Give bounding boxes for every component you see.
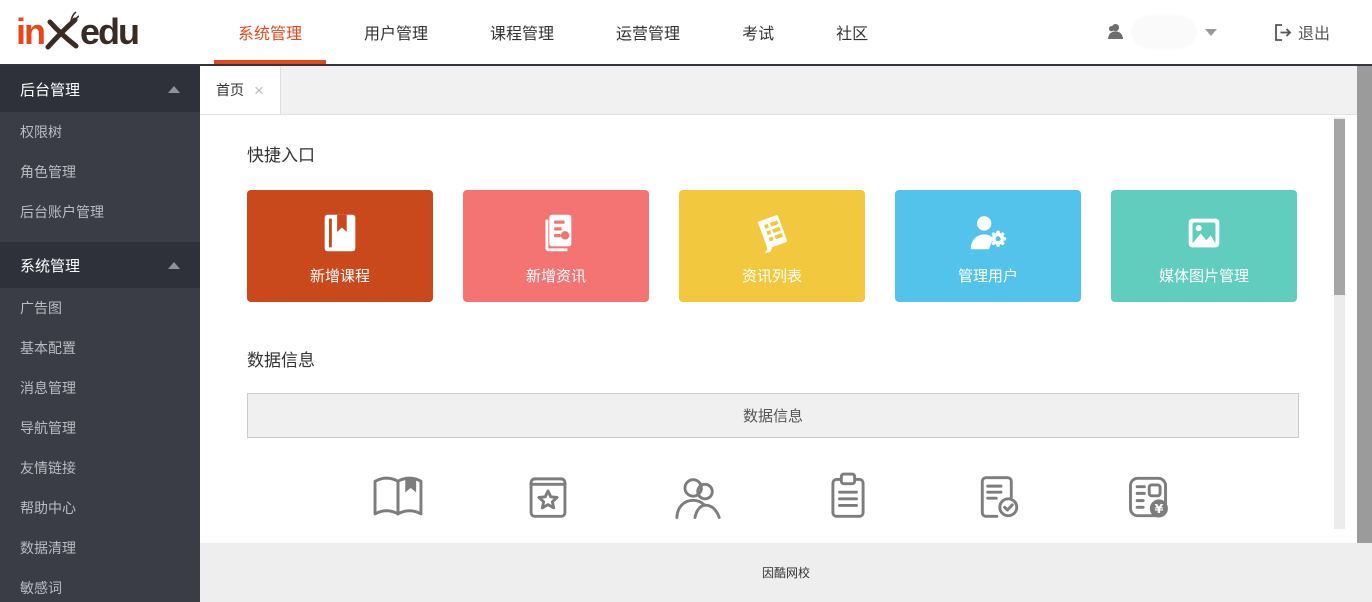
- book-add-icon: [317, 207, 363, 259]
- sidebar-section-system: 系统管理 广告图 基本配置 消息管理 导航管理 友情链接 帮助中心 数据清理 敏…: [0, 242, 200, 602]
- sidebar-section-backend: 后台管理 权限树 角色管理 后台账户管理: [0, 66, 200, 232]
- quick-card-label: 管理用户: [958, 265, 1018, 286]
- sidebar-item-ad-image[interactable]: 广告图: [0, 288, 200, 328]
- sidebar-item-role-management[interactable]: 角色管理: [0, 152, 200, 192]
- page-footer: 因酷网校: [200, 543, 1372, 602]
- user-avatar-icon: [1105, 22, 1125, 42]
- brand-logo[interactable]: in edu: [0, 0, 200, 64]
- tab-home[interactable]: 首页 ×: [200, 66, 281, 114]
- svg-text:¥: ¥: [1154, 501, 1163, 516]
- sidebar-item-admin-account-management[interactable]: 后台账户管理: [0, 192, 200, 232]
- data-info-title: 数据信息: [247, 346, 1372, 371]
- collapse-up-icon: [168, 262, 180, 269]
- users-icon[interactable]: [669, 468, 727, 526]
- nav-item-system-management[interactable]: 系统管理: [214, 0, 326, 64]
- quick-card-label: 新增课程: [310, 265, 370, 286]
- main-content: 快捷入口 新增课程: [200, 115, 1372, 543]
- sidebar-item-basic-config[interactable]: 基本配置: [0, 328, 200, 368]
- chevron-down-icon[interactable]: [1205, 29, 1217, 36]
- panel-header: 数据信息: [247, 393, 1299, 438]
- footer-text: 因酷网校: [762, 564, 810, 581]
- logo-text-edu: edu: [80, 11, 138, 53]
- quick-entry-title: 快捷入口: [247, 141, 1372, 166]
- sidebar-item-help-center[interactable]: 帮助中心: [0, 488, 200, 528]
- nav-item-user-management[interactable]: 用户管理: [340, 0, 452, 64]
- app-window: in edu 系统管理 用户管理 课程管理 运营管理 考试 社区: [0, 0, 1372, 602]
- nav-item-community[interactable]: 社区: [812, 0, 892, 64]
- sidebar-item-friend-links[interactable]: 友情链接: [0, 448, 200, 488]
- billing-icon[interactable]: ¥: [1119, 468, 1177, 526]
- clipboard-icon[interactable]: [819, 468, 877, 526]
- sidebar-item-nav-management[interactable]: 导航管理: [0, 408, 200, 448]
- section-title: 后台管理: [20, 79, 80, 100]
- quick-entry-cards: 新增课程 新增: [247, 190, 1372, 302]
- quick-card-label: 媒体图片管理: [1159, 265, 1249, 286]
- nav-item-course-management[interactable]: 课程管理: [466, 0, 578, 64]
- open-book-icon[interactable]: [369, 468, 427, 526]
- media-image-icon: [1181, 207, 1227, 259]
- quick-card-label: 新增资讯: [526, 265, 586, 286]
- data-info-panel: 数据信息: [247, 393, 1299, 526]
- sidebar-item-data-cleanup[interactable]: 数据清理: [0, 528, 200, 568]
- logout-button[interactable]: 退出: [1273, 20, 1330, 44]
- page-scrollbar[interactable]: [1357, 66, 1372, 543]
- collapse-up-icon: [168, 86, 180, 93]
- nav-item-exam[interactable]: 考试: [718, 0, 798, 64]
- nav-item-operation-management[interactable]: 运营管理: [592, 0, 704, 64]
- quick-card-media-images[interactable]: 媒体图片管理: [1111, 190, 1297, 302]
- quick-card-add-course[interactable]: 新增课程: [247, 190, 433, 302]
- news-list-icon: [749, 207, 795, 259]
- tab-bar: 首页 ×: [200, 66, 1372, 115]
- main-nav: 系统管理 用户管理 课程管理 运营管理 考试 社区: [214, 0, 906, 64]
- sidebar-item-sensitive-words[interactable]: 敏感词: [0, 568, 200, 602]
- username-blurred[interactable]: [1133, 17, 1195, 47]
- quick-card-add-news[interactable]: 新增资讯: [463, 190, 649, 302]
- news-add-icon: [533, 207, 579, 259]
- quick-card-news-list[interactable]: 资讯列表: [679, 190, 865, 302]
- user-area: 退出: [1105, 0, 1372, 64]
- sidebar-item-message-management[interactable]: 消息管理: [0, 368, 200, 408]
- tab-label: 首页: [216, 80, 244, 100]
- sidebar: 后台管理 权限树 角色管理 后台账户管理 系统管理 广告图 基本配置 消息管理 …: [0, 66, 200, 602]
- top-header: in edu 系统管理 用户管理 课程管理 运营管理 考试 社区: [0, 0, 1372, 66]
- sidebar-section-system-management[interactable]: 系统管理: [0, 242, 200, 288]
- logout-icon: [1273, 23, 1292, 42]
- content-scrollbar[interactable]: [1334, 117, 1345, 529]
- mantis-x-icon: [45, 11, 79, 58]
- sidebar-item-permission-tree[interactable]: 权限树: [0, 112, 200, 152]
- section-title: 系统管理: [20, 255, 80, 276]
- tab-close-icon[interactable]: ×: [254, 82, 264, 99]
- sidebar-section-backend-management[interactable]: 后台管理: [0, 66, 200, 112]
- logout-label: 退出: [1298, 20, 1330, 44]
- quick-card-manage-users[interactable]: 管理用户: [895, 190, 1081, 302]
- content-scrollbar-thumb[interactable]: [1334, 119, 1345, 295]
- doc-check-icon[interactable]: [969, 468, 1027, 526]
- user-gear-icon: [965, 207, 1011, 259]
- quick-card-label: 资讯列表: [742, 265, 802, 286]
- panel-icon-row: ¥: [247, 438, 1299, 526]
- star-book-icon[interactable]: [519, 468, 577, 526]
- logo-text-in: in: [16, 11, 44, 53]
